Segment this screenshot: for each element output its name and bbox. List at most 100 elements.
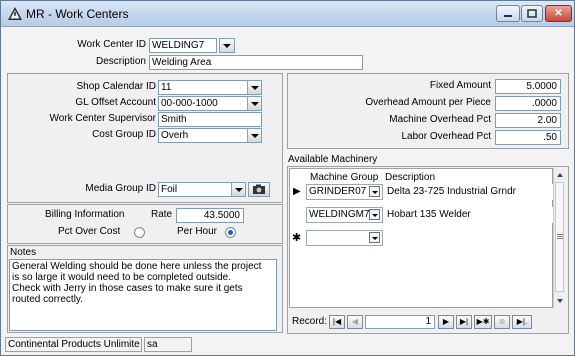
shop-calendar-select[interactable]: 11 bbox=[158, 80, 262, 95]
column-header-machine-group: Machine Group bbox=[310, 172, 379, 183]
minimize-icon bbox=[504, 15, 512, 17]
scroll-down-icon bbox=[557, 299, 563, 303]
per-hour-label: Per Hour bbox=[177, 226, 218, 237]
delete-record-button[interactable]: ⊗ bbox=[494, 315, 510, 329]
machine-overhead-value: 2.00 bbox=[537, 115, 557, 126]
media-group-select[interactable]: Foil bbox=[158, 182, 246, 197]
machine-group-value: GRINDER07 bbox=[309, 186, 367, 197]
current-record-field[interactable]: 1 bbox=[365, 315, 435, 329]
status-company: Continental Products Unlimite bbox=[5, 337, 142, 352]
column-header-description: Description bbox=[385, 172, 436, 183]
work-center-id-value: WELDING7 bbox=[152, 40, 205, 51]
chevron-down-icon[interactable] bbox=[369, 232, 380, 243]
app-warning-icon bbox=[8, 7, 22, 20]
media-browse-button[interactable] bbox=[248, 182, 270, 197]
close-icon: ✕ bbox=[554, 8, 563, 19]
new-record-indicator-icon: ✱ bbox=[292, 232, 302, 244]
next-record-icon: ▶ bbox=[442, 317, 450, 326]
description-value: Welding Area bbox=[152, 57, 212, 68]
machine-description-cell[interactable]: Delta 23-725 Industrial Grndr bbox=[384, 184, 554, 200]
machine-group-cell[interactable]: GRINDER07 bbox=[306, 184, 383, 200]
minimize-button[interactable] bbox=[496, 5, 520, 22]
next-record-button[interactable]: ▶ bbox=[438, 315, 454, 329]
chevron-down-icon bbox=[247, 81, 261, 94]
cost-group-value: Overh bbox=[161, 130, 189, 141]
current-record-indicator-icon: ▶ bbox=[293, 186, 301, 197]
overhead-per-piece-label: Overhead Amount per Piece bbox=[365, 97, 491, 108]
machine-description-value: Delta 23-725 Industrial Grndr bbox=[387, 186, 516, 197]
supervisor-value: Smith bbox=[161, 114, 187, 125]
work-center-id-label: Work Center ID bbox=[41, 39, 146, 50]
billing-info-label: Billing Information bbox=[45, 209, 125, 220]
status-user-text: sa bbox=[147, 339, 158, 350]
chevron-down-icon bbox=[247, 129, 261, 142]
chevron-down-icon[interactable] bbox=[369, 186, 380, 197]
new-record-button[interactable]: ▶✱ bbox=[474, 315, 492, 329]
pct-over-cost-radio[interactable] bbox=[134, 227, 145, 238]
supervisor-field[interactable]: Smith bbox=[158, 112, 262, 127]
maximize-icon bbox=[527, 9, 537, 18]
chevron-down-icon bbox=[247, 97, 261, 110]
scroll-up-icon bbox=[557, 173, 563, 177]
cost-group-select[interactable]: Overh bbox=[158, 128, 262, 143]
media-group-value: Foil bbox=[161, 184, 178, 195]
chevron-down-icon bbox=[220, 39, 234, 52]
notes-textarea[interactable]: General Welding should be done here unle… bbox=[9, 259, 277, 331]
last-record-icon: ▶| bbox=[459, 317, 469, 326]
work-center-id-field[interactable]: WELDING7 bbox=[149, 38, 217, 53]
machinery-vertical-scrollbar[interactable] bbox=[553, 168, 565, 308]
record-more-button[interactable]: ▶|. bbox=[512, 315, 532, 329]
machine-group-cell[interactable]: WELDINGM7 bbox=[306, 207, 383, 223]
rate-field[interactable]: 43.5000 bbox=[176, 208, 244, 223]
last-record-button[interactable]: ▶| bbox=[456, 315, 472, 329]
new-machine-group-cell[interactable] bbox=[306, 230, 383, 246]
available-machinery-label: Available Machinery bbox=[288, 154, 378, 165]
scroll-thumb[interactable] bbox=[555, 182, 564, 292]
supervisor-label: Work Center Supervisor bbox=[49, 113, 156, 124]
work-center-id-label-text: Work Center ID bbox=[77, 39, 146, 50]
record-navigator-label: Record: bbox=[292, 316, 328, 327]
work-center-id-dropdown[interactable] bbox=[219, 38, 235, 53]
labor-overhead-value: .50 bbox=[543, 132, 557, 143]
per-hour-radio[interactable] bbox=[225, 227, 236, 238]
current-record-value: 1 bbox=[425, 316, 431, 327]
chevron-down-icon[interactable] bbox=[369, 209, 380, 220]
labor-overhead-label: Labor Overhead Pct bbox=[401, 131, 492, 142]
media-group-label: Media Group ID bbox=[85, 183, 156, 194]
shop-calendar-value: 11 bbox=[161, 82, 172, 93]
notes-line: General Welding should be done here unle… bbox=[12, 261, 262, 272]
fixed-amount-value: 5.0000 bbox=[526, 81, 557, 92]
media-camera-icon bbox=[253, 184, 265, 194]
machine-description-value: Hobart 135 Welder bbox=[387, 209, 471, 220]
fixed-amount-field[interactable]: 5.0000 bbox=[495, 79, 561, 94]
overhead-per-piece-field[interactable]: .0000 bbox=[495, 96, 561, 111]
status-user: sa bbox=[144, 337, 192, 352]
machine-description-cell[interactable]: Hobart 135 Welder bbox=[384, 207, 554, 223]
first-record-icon: |◀ bbox=[332, 317, 342, 326]
maximize-button[interactable] bbox=[521, 5, 543, 22]
previous-record-icon: ◀ bbox=[351, 317, 359, 326]
description-label: Description bbox=[95, 56, 146, 67]
notes-line: Check with Jerry in those cases to make … bbox=[12, 283, 243, 294]
gl-offset-select[interactable]: 00-000-1000 bbox=[158, 96, 262, 111]
new-record-icon: ▶✱ bbox=[476, 317, 490, 326]
pct-over-cost-label: Pct Over Cost bbox=[58, 226, 121, 237]
rate-value: 43.5000 bbox=[203, 210, 240, 221]
machine-overhead-label: Machine Overhead Pct bbox=[389, 114, 491, 125]
labor-overhead-field[interactable]: .50 bbox=[495, 130, 561, 145]
fixed-amount-label: Fixed Amount bbox=[429, 80, 491, 91]
machine-overhead-field[interactable]: 2.00 bbox=[495, 113, 561, 128]
shop-calendar-label: Shop Calendar ID bbox=[76, 81, 157, 92]
close-button[interactable]: ✕ bbox=[545, 5, 572, 22]
work-centers-window: MR - Work Centers ✕ Work Center ID WELDI… bbox=[0, 0, 575, 356]
notes-line: routed correctly. bbox=[12, 294, 83, 305]
first-record-button[interactable]: |◀ bbox=[329, 315, 345, 329]
chevron-down-icon bbox=[231, 183, 245, 196]
notes-line: is so large it would need to be complete… bbox=[12, 272, 232, 283]
more-records-icon: ▶|. bbox=[516, 317, 528, 326]
title-bar: MR - Work Centers ✕ bbox=[1, 1, 574, 27]
machine-group-value: WELDINGM7 bbox=[309, 209, 370, 220]
rate-label: Rate bbox=[151, 209, 173, 220]
previous-record-button[interactable]: ◀ bbox=[347, 315, 363, 329]
description-field[interactable]: Welding Area bbox=[149, 55, 363, 70]
